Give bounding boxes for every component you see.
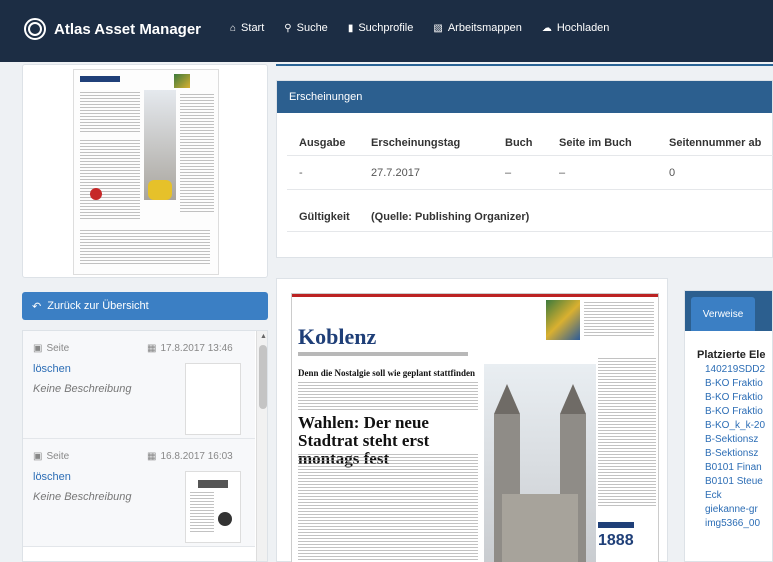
ref-link[interactable]: B0101 Steue: [705, 475, 765, 489]
scroll-up-icon[interactable]: ▲: [260, 333, 267, 340]
item-kind: ▣ Seite: [33, 451, 69, 462]
delete-link[interactable]: löschen: [33, 471, 71, 483]
tab-verweise[interactable]: Verweise: [691, 297, 755, 331]
ref-link[interactable]: B-KO Fraktio: [705, 377, 765, 391]
list-item: ▣ Seite ▦ 17.8.2017 13:46 löschen Keine …: [23, 331, 255, 439]
search-icon: ⚲: [284, 22, 292, 34]
ref-link[interactable]: 140219SDD2: [705, 363, 765, 377]
ref-link[interactable]: giekanne-gr: [705, 503, 765, 517]
item-thumbnail[interactable]: [185, 363, 241, 435]
refs-heading: Platzierte Ele: [697, 349, 766, 361]
table-cell: 27.7.2017: [371, 167, 420, 179]
brand[interactable]: Atlas Asset Manager: [24, 18, 201, 40]
item-description: Keine Beschreibung: [33, 383, 132, 395]
page-icon: ▣: [33, 451, 43, 462]
nav-item-label: Hochladen: [556, 22, 610, 34]
masthead: Koblenz: [298, 324, 377, 349]
cathedral-image: [484, 364, 596, 562]
page-preview-panel: Koblenz Denn die Nostalgie soll wie gepl…: [276, 278, 668, 562]
nav-item-suche[interactable]: ⚲ Suche: [284, 22, 328, 34]
main-nav: ⌂ Start ⚲ Suche ▮ Suchprofile ▧ Arbeitsm…: [230, 22, 609, 34]
item-kind-label: Seite: [46, 343, 70, 354]
brand-title: Atlas Asset Manager: [54, 20, 201, 38]
calendar-icon: ▦: [147, 343, 157, 354]
badge-bar: [598, 522, 634, 528]
back-button-label: Zurück zur Übersicht: [47, 300, 149, 312]
row-divider: [287, 155, 773, 156]
teaser-image: [546, 300, 580, 340]
nav-item-label: Suchprofile: [358, 22, 414, 34]
publications-panel: Erscheinungen Ausgabe Erscheinungstag Bu…: [276, 80, 773, 258]
table-cell: –: [505, 167, 512, 179]
delete-link[interactable]: löschen: [33, 363, 71, 375]
nav-item-label: Suche: [296, 22, 328, 34]
scroll-thumb[interactable]: [259, 345, 267, 409]
references-panel: Verweise Platzierte Ele 140219SDD2 B-KO …: [684, 290, 773, 562]
small-headline: Denn die Nostalgie soll wie geplant stat…: [298, 368, 476, 378]
nav-item-arbeitsmappen[interactable]: ▧ Arbeitsmappen: [433, 22, 521, 34]
ref-link[interactable]: B-KO Fraktio: [705, 391, 765, 405]
panel-title: Erscheinungen: [277, 81, 772, 113]
nav-item-label: Arbeitsmappen: [447, 22, 522, 34]
item-thumbnail[interactable]: [185, 471, 241, 543]
table-cell: -: [299, 167, 303, 179]
row-divider: [287, 189, 773, 190]
column-header: Erscheinungstag: [371, 137, 461, 149]
masthead-subline: [298, 352, 468, 356]
nav-item-hochladen[interactable]: ☁ Hochladen: [542, 22, 610, 34]
list-item: ▣ Seite ▦ 16.8.2017 16:03 löschen Keine …: [23, 439, 255, 547]
page-icon: ▣: [33, 343, 43, 354]
ref-link[interactable]: B-Sektionsz: [705, 433, 765, 447]
column-header: Seitennummer ab: [669, 137, 762, 149]
home-icon: ⌂: [230, 22, 237, 34]
validity-source: (Quelle: Publishing Organizer): [371, 211, 530, 223]
divider: [276, 64, 773, 66]
upload-icon: ☁: [541, 22, 552, 34]
brand-logo-icon: [24, 18, 46, 40]
page-thumbnail[interactable]: [73, 69, 219, 275]
nav-item-suchprofile[interactable]: ▮ Suchprofile: [348, 22, 414, 34]
folder-icon: ▧: [433, 22, 443, 34]
item-kind: ▣ Seite: [33, 343, 69, 354]
column-header: Ausgabe: [299, 137, 346, 149]
badge-number: 1888: [598, 532, 634, 549]
validity-label: Gültigkeit: [299, 211, 350, 223]
history-scrollbar[interactable]: ▲: [256, 331, 267, 561]
back-arrow-icon: ↶: [32, 300, 42, 313]
history-list: ▣ Seite ▦ 17.8.2017 13:46 löschen Keine …: [22, 330, 268, 562]
item-description: Keine Beschreibung: [33, 491, 132, 503]
table-cell: 0: [669, 167, 676, 179]
item-date-label: 17.8.2017 13:46: [160, 343, 233, 354]
bookmark-icon: ▮: [347, 22, 354, 34]
ref-link[interactable]: B0101 Finan: [705, 461, 765, 475]
ref-link[interactable]: B-KO_k_k-20: [705, 419, 765, 433]
item-date-label: 16.8.2017 16:03: [160, 451, 233, 462]
masthead-rule: [292, 294, 658, 297]
nav-item-start[interactable]: ⌂ Start: [230, 22, 264, 34]
nav-item-label: Start: [241, 22, 265, 34]
refs-list: 140219SDD2 B-KO Fraktio B-KO Fraktio B-K…: [705, 363, 765, 531]
column-header: Buch: [505, 137, 533, 149]
item-date: ▦ 17.8.2017 13:46: [147, 343, 233, 354]
row-divider: [287, 231, 773, 232]
page-thumbnail-card: [22, 64, 268, 278]
page-preview[interactable]: Koblenz Denn die Nostalgie soll wie gepl…: [291, 293, 659, 562]
calendar-icon: ▦: [147, 451, 157, 462]
ref-link[interactable]: B-Sektionsz: [705, 447, 765, 461]
ref-link[interactable]: img5366_00: [705, 517, 765, 531]
item-date: ▦ 16.8.2017 16:03: [147, 451, 233, 462]
tab-bar: Verweise: [685, 291, 772, 331]
table-cell: –: [559, 167, 566, 179]
column-header: Seite im Buch: [559, 137, 632, 149]
ref-link[interactable]: B-KO Fraktio: [705, 405, 765, 419]
back-to-overview-button[interactable]: ↶ Zurück zur Übersicht: [22, 292, 268, 320]
top-navbar: Atlas Asset Manager ⌂ Start ⚲ Suche ▮ Su…: [0, 0, 773, 62]
ref-link[interactable]: Eck: [705, 489, 765, 503]
item-kind-label: Seite: [46, 451, 70, 462]
